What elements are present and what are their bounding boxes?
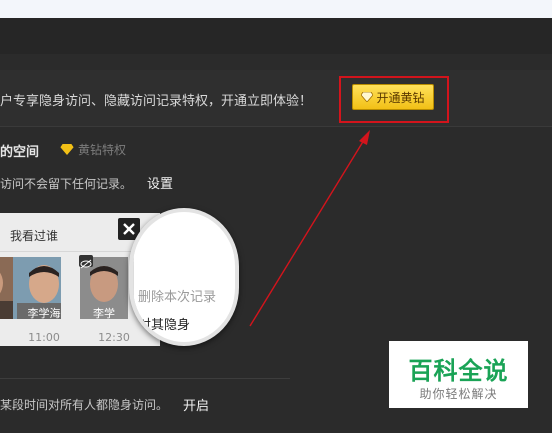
- watermark-title: 百科全说: [408, 357, 509, 385]
- watermark-subtitle: 助你轻松解决: [419, 387, 498, 401]
- watermark-logo: 百科全说 助你轻松解决: [389, 341, 528, 408]
